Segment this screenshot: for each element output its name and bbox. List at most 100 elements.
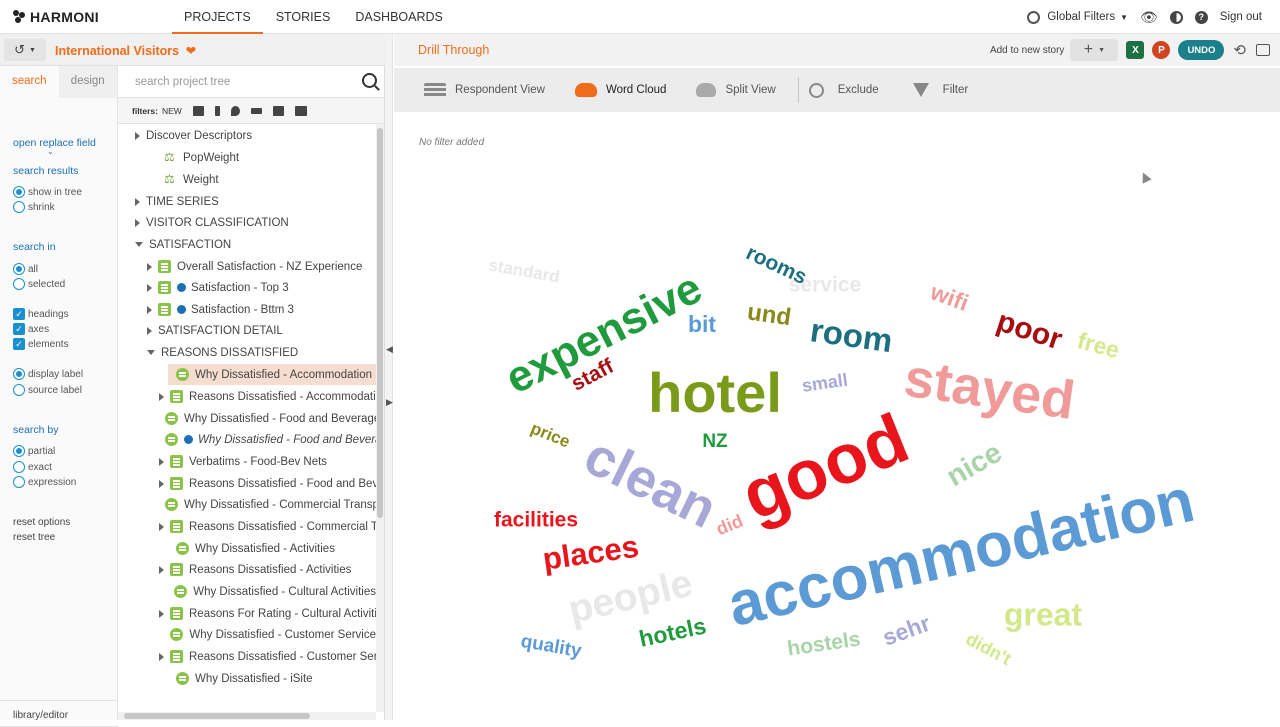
panel-splitter[interactable]: ◀ ▶ <box>385 34 393 720</box>
checkbox-elements[interactable]: ✓ elements <box>13 338 69 350</box>
expanded-arrow-icon[interactable] <box>147 350 155 355</box>
word-cloud-term[interactable]: poor <box>993 305 1067 357</box>
word-cloud-term[interactable]: great <box>1004 596 1083 632</box>
expand-arrow-icon[interactable] <box>135 131 140 140</box>
expand-arrow-icon[interactable] <box>135 218 140 227</box>
word-cloud-term[interactable]: wifi <box>926 278 972 316</box>
expand-arrow-icon[interactable] <box>147 326 152 335</box>
word-cloud-term[interactable]: sehr <box>879 610 934 651</box>
word-cloud-term[interactable]: und <box>746 298 793 331</box>
expand-arrow-icon[interactable] <box>159 652 164 661</box>
expand-arrow-icon[interactable] <box>159 479 164 488</box>
column-filter-icon[interactable] <box>214 105 220 116</box>
word-cloud-term[interactable]: nice <box>941 436 1007 493</box>
tree-row[interactable]: ⚖ PopWeight <box>118 147 376 168</box>
word-cloud-term[interactable]: standard <box>487 255 561 286</box>
expand-arrow-icon[interactable] <box>159 522 164 531</box>
help-icon[interactable]: ? <box>1194 10 1208 24</box>
option-partial[interactable]: partial <box>13 445 55 457</box>
tree-vertical-scrollbar[interactable] <box>376 124 384 712</box>
word-cloud-term[interactable]: bit <box>688 311 716 337</box>
expand-right-icon[interactable]: ▶ <box>386 397 393 408</box>
tab-design[interactable]: design <box>58 66 117 98</box>
tree-row[interactable]: Why Dissatisfied - Food and Beverage <box>118 429 376 450</box>
tree-row[interactable]: Why Dissatisfied - Cultural Activities <box>118 581 376 602</box>
tree-row[interactable]: Verbatims - Food-Bev Nets <box>118 451 376 472</box>
expand-arrow-icon[interactable] <box>147 305 152 314</box>
option-expression[interactable]: expression <box>13 476 76 488</box>
expand-arrow-icon[interactable] <box>135 197 140 206</box>
word-cloud-term[interactable]: free <box>1075 327 1122 363</box>
scale-filter-icon[interactable] <box>250 107 262 114</box>
word-cloud-term[interactable]: NZ <box>702 431 728 452</box>
eye-icon[interactable]: 👁 <box>1140 9 1158 26</box>
expand-arrow-icon[interactable] <box>159 457 164 466</box>
word-cloud-term[interactable]: price <box>528 419 573 452</box>
tree-row[interactable]: Satisfaction - Top 3 <box>118 277 376 298</box>
option-source-label[interactable]: source label <box>13 384 82 396</box>
grid-filter-icon[interactable] <box>192 105 204 116</box>
word-cloud-term[interactable]: hotels <box>637 612 709 652</box>
tree-row[interactable]: Reasons Dissatisfied - Food and Beverage <box>118 473 376 494</box>
pin-filter-icon[interactable] <box>230 105 240 116</box>
expand-arrow-icon[interactable] <box>159 392 164 401</box>
tree-row[interactable]: REASONS DISSATISFIED <box>118 342 376 363</box>
word-cloud-term[interactable]: hotel <box>648 361 782 424</box>
filters-new-button[interactable]: NEW <box>162 106 182 116</box>
checkbox-headings[interactable]: ✓ headings <box>13 308 69 320</box>
search-project-tree-input[interactable]: search project tree <box>118 66 384 98</box>
word-cloud-term[interactable]: small <box>801 370 849 396</box>
tree-row[interactable]: SATISFACTION DETAIL <box>118 320 376 341</box>
tree-row[interactable]: Why Dissatisfied - Food and Beverage <box>118 408 376 429</box>
word-cloud-term[interactable]: rooms <box>742 241 810 289</box>
tab-search[interactable]: search <box>0 66 59 98</box>
tree-row[interactable]: TIME SERIES <box>118 191 376 212</box>
history-button[interactable]: ↺ ▼ <box>4 39 46 61</box>
word-cloud-term[interactable]: facilities <box>494 509 578 532</box>
tree-row[interactable]: Why Dissatisfied - iSite <box>118 668 376 689</box>
option-selected[interactable]: selected <box>13 278 65 290</box>
tree-row[interactable]: Satisfaction - Bttm 3 <box>118 299 376 320</box>
tree-row[interactable]: Overall Satisfaction - NZ Experience <box>118 256 376 277</box>
expand-arrow-icon[interactable] <box>147 283 152 292</box>
contrast-icon[interactable] <box>1169 10 1183 24</box>
tree-row[interactable]: Why Dissatisfied - Commercial Transport <box>118 494 376 515</box>
option-shrink[interactable]: shrink <box>13 201 55 213</box>
expand-arrow-icon[interactable] <box>159 609 164 618</box>
word-cloud-term[interactable]: places <box>540 529 640 577</box>
word-cloud-term[interactable]: quality <box>519 631 583 662</box>
option-all[interactable]: all <box>13 263 38 275</box>
tree-row[interactable]: Reasons For Rating - Cultural Activities <box>118 603 376 624</box>
nav-tab-projects[interactable]: PROJECTS <box>172 0 263 34</box>
sign-out-link[interactable]: Sign out <box>1220 11 1262 23</box>
tree-row[interactable]: VISITOR CLASSIFICATION <box>118 212 376 233</box>
reset-tree-link[interactable]: reset tree <box>13 532 55 543</box>
option-show-in-tree[interactable]: show in tree <box>13 186 82 198</box>
harmoni-logo[interactable]: HARMONI <box>13 9 99 25</box>
checkbox-axes[interactable]: ✓ axes <box>13 323 49 335</box>
tree-row[interactable]: ⚖ Weight <box>118 169 376 190</box>
expanded-arrow-icon[interactable] <box>135 242 143 247</box>
nav-tab-stories[interactable]: STORIES <box>264 0 343 34</box>
open-replace-field-link[interactable]: open replace field <box>13 137 96 149</box>
option-display-label[interactable]: display label <box>13 368 83 380</box>
word-cloud-term[interactable]: didn't <box>963 629 1015 669</box>
word-cloud-term[interactable]: stayed <box>901 348 1079 431</box>
expand-arrow-icon[interactable] <box>147 262 152 271</box>
tree-row[interactable]: Discover Descriptors <box>118 125 376 146</box>
word-cloud-term[interactable]: did <box>713 511 746 540</box>
chat-filter-icon[interactable] <box>272 105 284 116</box>
tree-row[interactable]: SATISFACTION <box>118 234 376 255</box>
tree-row[interactable]: Reasons Dissatisfied - Accommodation <box>118 386 376 407</box>
tree-row[interactable]: Reasons Dissatisfied - Activities <box>118 559 376 580</box>
tree-row[interactable]: Reasons Dissatisfied - Commercial Transp… <box>118 516 376 537</box>
tree-row[interactable]: Reasons Dissatisfied - Customer Service <box>118 646 376 667</box>
expand-arrow-icon[interactable] <box>159 565 164 574</box>
chevron-down-icon[interactable]: ⌄ <box>47 147 54 156</box>
tree-row[interactable]: Why Dissatisfied - Accommodation <box>168 364 376 385</box>
library-editor-link[interactable]: library/editor <box>13 710 68 721</box>
tree-horizontal-scrollbar[interactable] <box>118 712 376 720</box>
search-icon[interactable] <box>362 73 377 88</box>
option-exact[interactable]: exact <box>13 461 52 473</box>
global-filters-dropdown[interactable]: Global Filters ▼ <box>1027 10 1128 24</box>
